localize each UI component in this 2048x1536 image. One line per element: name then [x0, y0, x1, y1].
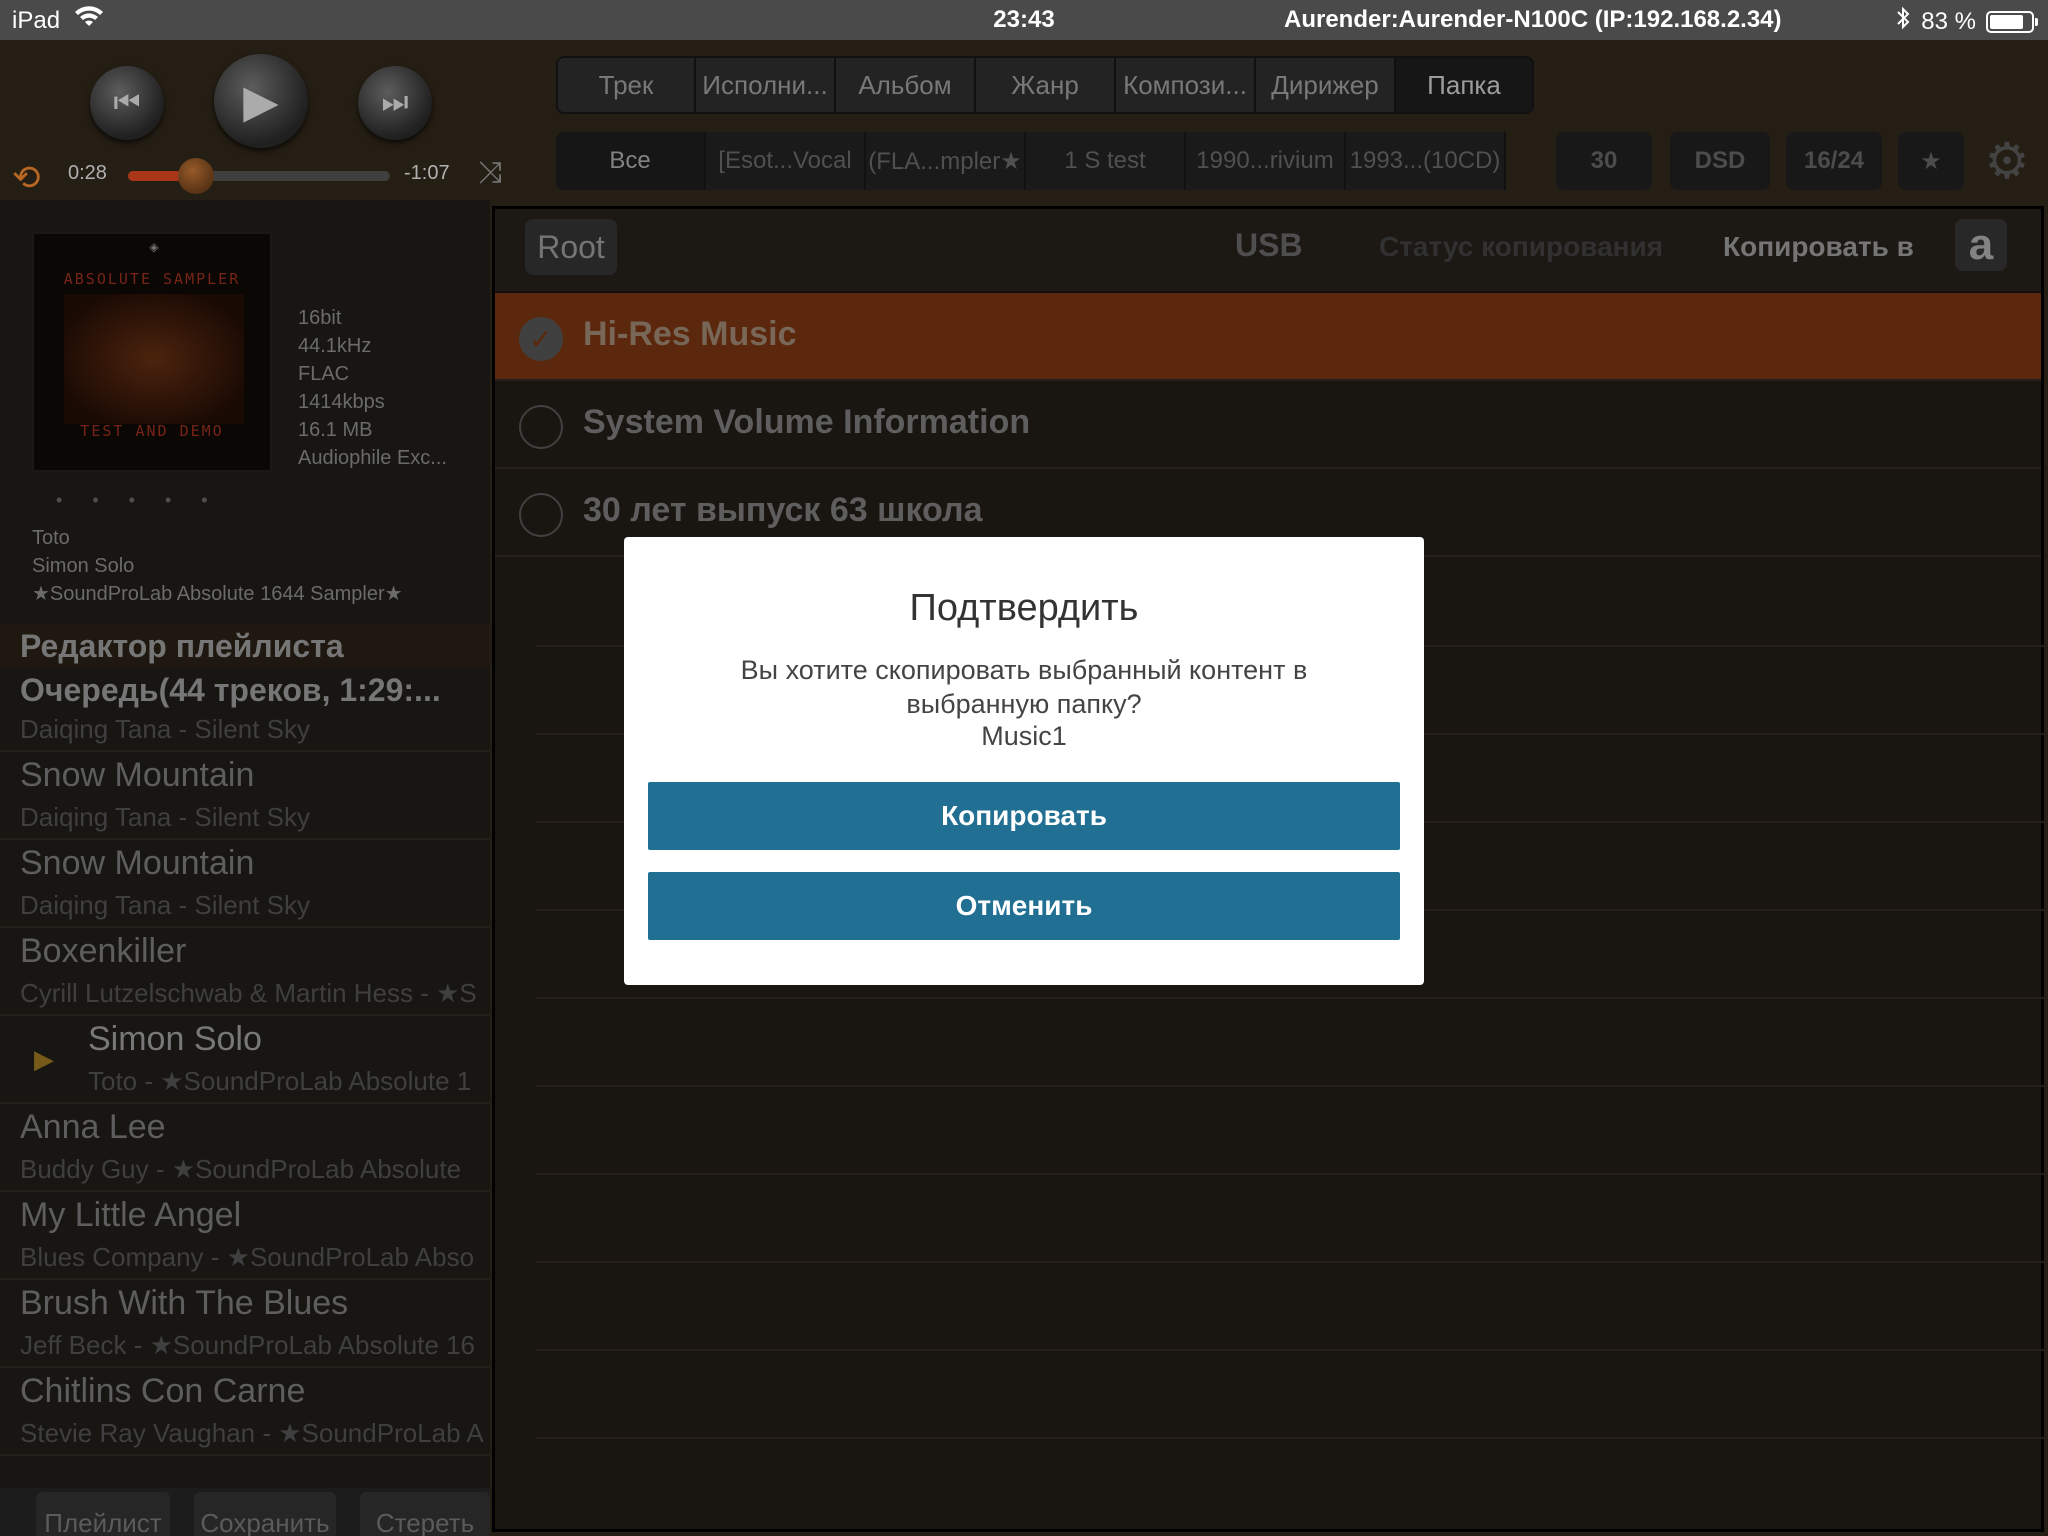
cancel-button[interactable]: Отменить: [648, 872, 1400, 940]
battery-percent: 83 %: [1921, 7, 1976, 35]
battery-icon: [1986, 10, 2038, 33]
bluetooth-icon: [1895, 6, 1911, 37]
dialog-folder-name: Music1: [981, 721, 1067, 751]
dialog-message: Вы хотите скопировать выбранный контент …: [740, 655, 1308, 719]
battery-fill: [1990, 14, 2024, 29]
dialog-title: Подтвердить: [909, 587, 1139, 629]
copy-button[interactable]: Копировать: [648, 782, 1400, 850]
connection-label: Aurender:Aurender-N100C (IP:192.168.2.34…: [1284, 6, 1782, 33]
status-bar: iPad 23:43 Aurender:Aurender-N100C (IP:1…: [0, 0, 2048, 40]
confirm-dialog: Подтвердить Вы хотите скопировать выбран…: [624, 537, 1424, 985]
